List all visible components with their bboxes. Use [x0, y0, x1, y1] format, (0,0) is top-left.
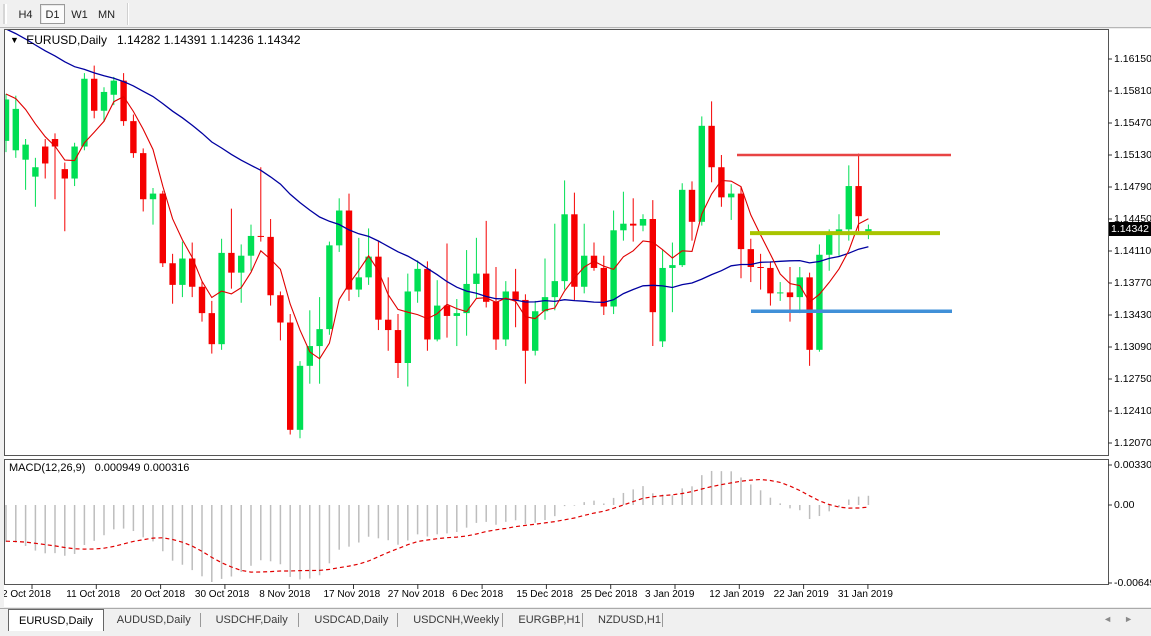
date-axis-label: 31 Jan 2019 [838, 589, 893, 600]
chart-tab-usdchf-daily[interactable]: USDCHF,Daily [206, 610, 298, 631]
tab-scroll-arrows[interactable]: ◄► [1103, 614, 1145, 624]
chart-title: ▼ EURUSD,Daily 1.14282 1.14391 1.14236 1… [10, 33, 301, 47]
price-chart-canvas[interactable] [0, 0, 1151, 636]
date-axis-label: 17 Nov 2018 [324, 589, 381, 600]
mt4-window: H4D1W1MN ▼ EURUSD,Daily 1.14282 1.14391 … [0, 0, 1151, 636]
date-axis-label: 2 Oct 2018 [2, 589, 51, 600]
price-axis-label: 1.13430 [1114, 309, 1151, 321]
macd-indicator-values: 0.000949 0.000316 [95, 462, 190, 474]
date-axis-label: 25 Dec 2018 [581, 589, 638, 600]
date-axis-label: 8 Nov 2018 [259, 589, 310, 600]
chart-tab-usdcad-daily[interactable]: USDCAD,Daily [304, 610, 398, 631]
chart-tab-eurusd-daily[interactable]: EURUSD,Daily [8, 609, 104, 632]
price-axis-label: 1.15130 [1114, 149, 1151, 161]
window-bottom-edge [0, 631, 1151, 636]
tab-scroll-left-icon[interactable]: ◄ [1103, 614, 1124, 624]
date-axis-label: 20 Oct 2018 [131, 589, 185, 600]
date-axis-label: 15 Dec 2018 [516, 589, 573, 600]
date-axis-label: 27 Nov 2018 [388, 589, 445, 600]
current-price-tag: 1.14342 [1109, 222, 1151, 236]
chart-collapse-icon[interactable]: ▼ [10, 35, 19, 45]
price-axis-label: 1.12070 [1114, 437, 1151, 449]
price-axis-label: 1.13770 [1114, 277, 1151, 289]
tab-separator [397, 613, 398, 627]
chart-tab-usdcnh-weekly[interactable]: USDCNH,Weekly [403, 610, 509, 631]
chart-tab-audusd-daily[interactable]: AUDUSD,Daily [107, 610, 201, 631]
price-axis-label: 1.12750 [1114, 373, 1151, 385]
tab-separator [582, 613, 583, 627]
price-axis-label: 1.14110 [1114, 245, 1151, 257]
macd-indicator-label: MACD(12,26,9) 0.000949 0.000316 [9, 462, 189, 474]
chart-tab-nzdusd-h1[interactable]: NZDUSD,H1 [588, 610, 671, 631]
date-axis-label: 3 Jan 2019 [645, 589, 695, 600]
tab-separator [502, 613, 503, 627]
date-axis-label: 11 Oct 2018 [66, 589, 120, 600]
date-axis-label: 6 Dec 2018 [452, 589, 503, 600]
price-axis-label: 1.14790 [1114, 181, 1151, 193]
tab-separator [298, 613, 299, 627]
price-axis-label: 1.13090 [1114, 341, 1151, 353]
price-axis-label: 1.15810 [1114, 85, 1151, 97]
macd-axis-label: 0.00 [1114, 499, 1134, 511]
chart-ohlc-values: 1.14282 1.14391 1.14236 1.14342 [117, 33, 301, 47]
tab-separator [662, 613, 663, 627]
date-axis-label: 22 Jan 2019 [774, 589, 829, 600]
macd-axis-label: 0.003306 [1114, 459, 1151, 471]
tab-scroll-right-icon[interactable]: ► [1124, 614, 1145, 624]
tab-separator [200, 613, 201, 627]
chart-tab-eurgbp-h1[interactable]: EURGBP,H1 [508, 610, 590, 631]
price-axis-label: 1.15470 [1114, 117, 1151, 129]
chart-symbol-label: EURUSD,Daily [26, 33, 107, 47]
price-axis-label: 1.12410 [1114, 405, 1151, 417]
window-left-edge [0, 28, 4, 608]
macd-axis-label: -0.00649 [1114, 577, 1151, 589]
date-axis-label: 12 Jan 2019 [709, 589, 764, 600]
price-axis-label: 1.16150 [1114, 53, 1151, 65]
date-axis-label: 30 Oct 2018 [195, 589, 249, 600]
chart-tab-bar: EURUSD,DailyAUDUSD,DailyUSDCHF,Daily USDC… [0, 608, 1151, 631]
